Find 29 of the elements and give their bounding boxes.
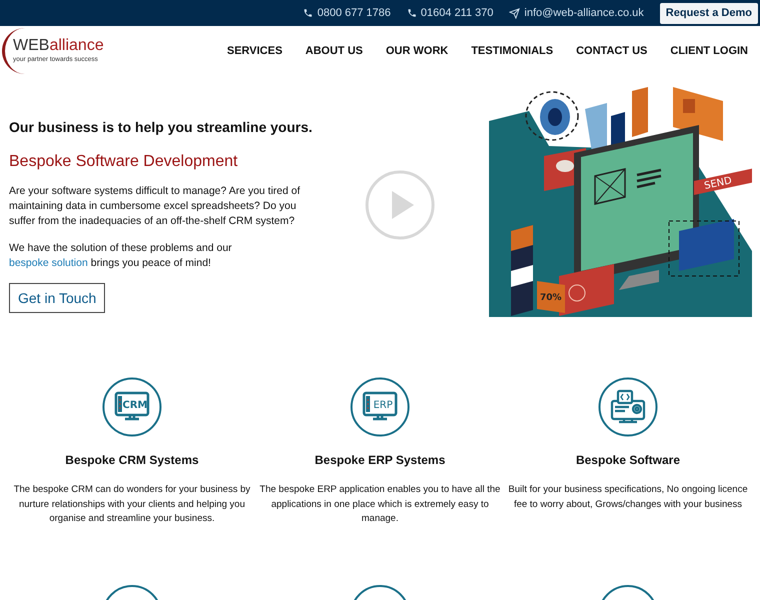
nav-link[interactable]: TESTIMONIALS xyxy=(471,42,554,60)
service-title: Bespoke ERP Systems xyxy=(314,452,446,469)
hero-paragraph: Are your software systems difficult to manage? Are you tired of maintaining data in cumbersome excel spreadsheets? Do you suffer from the inadequacies of an off-the-shelf CRM system? xyxy=(9,184,302,229)
play-icon[interactable] xyxy=(364,169,436,241)
service-description: The bespoke ERP application enables you to have all the applications in one place which is extremely easy to manage. xyxy=(258,483,502,526)
service-description: Built for your business specifications, No ongoing licence fee to worry about, Grows/changes with your business xyxy=(507,483,749,512)
service-description: The bespoke CRM can do wonders for your business by nurture relationships with your clients and helping you organise and streamline your business. xyxy=(12,483,252,526)
bespoke-solution-link[interactable]: bespoke solution xyxy=(9,257,88,269)
nav-link[interactable]: CONTACT US xyxy=(576,42,648,60)
nav-link[interactable]: OUR WORK xyxy=(386,42,448,60)
phone-link[interactable]: 0800 677 1786 xyxy=(303,4,391,22)
phone-icon xyxy=(406,8,417,18)
monitor-code-gear-icon xyxy=(598,377,658,437)
nav-link[interactable]: SERVICES xyxy=(226,42,282,60)
nav-link[interactable]: ABOUT US xyxy=(305,42,363,60)
email-link[interactable]: info@web-alliance.co.uk xyxy=(509,4,644,22)
phone-icon xyxy=(303,8,314,18)
phone-link[interactable]: 01604 211 370 xyxy=(406,4,494,22)
nav-link[interactable]: CLIENT LOGIN xyxy=(670,42,748,60)
request-demo-button[interactable]: Request a Demo xyxy=(660,2,758,24)
monitor-label-icon: ERP xyxy=(350,377,410,437)
hero-paragraph: We have the solution of these problems and our bespoke solution brings you peace of mind! xyxy=(9,241,233,271)
service-title: Bespoke Software xyxy=(576,452,680,469)
paper-plane-icon xyxy=(509,8,520,18)
get-in-touch-button[interactable]: Get in Touch xyxy=(9,283,106,313)
service-title: Bespoke CRM Systems xyxy=(65,452,199,469)
hero-subheading: Bespoke Software Development xyxy=(9,152,239,172)
hero-headline: Our business is to help you streamline yours. xyxy=(9,118,314,137)
monitor-label-icon: CRM xyxy=(102,377,162,437)
